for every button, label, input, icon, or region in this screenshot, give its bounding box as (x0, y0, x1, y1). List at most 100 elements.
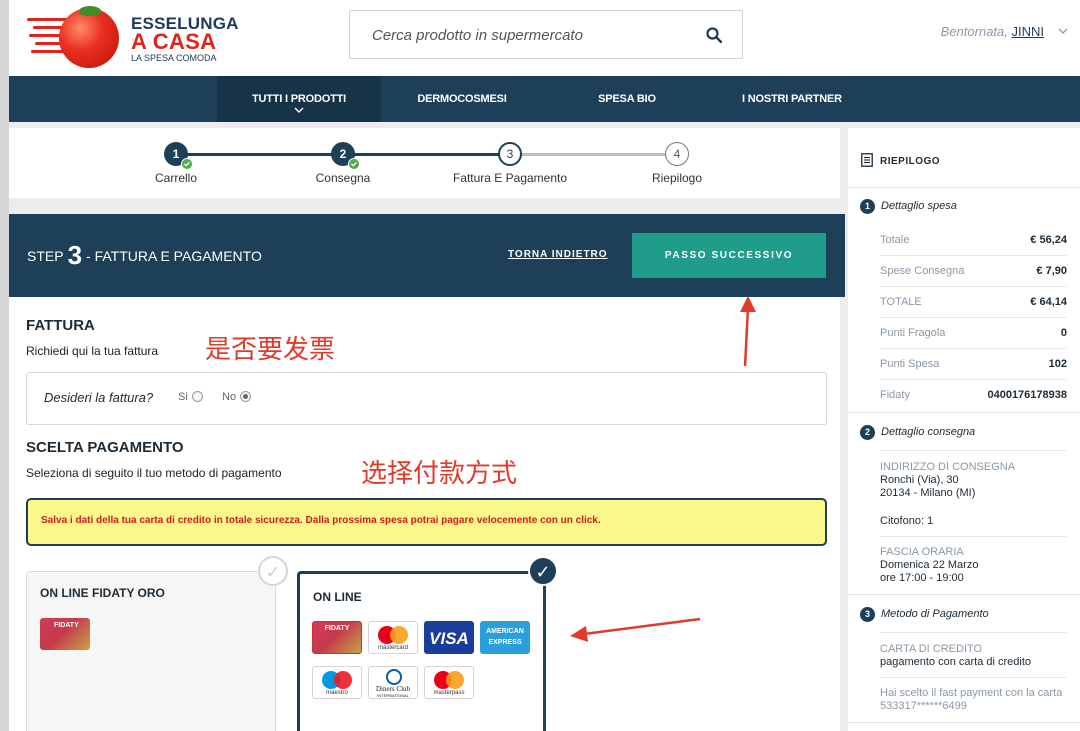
summary-row: Punti Spesa 102 (880, 349, 1067, 380)
checkout-content: FATTURA Richiedi qui la tua fattura 是否要发… (9, 297, 840, 731)
step-number: 1 (172, 147, 180, 161)
card-logo-text: mastercard (377, 645, 408, 651)
step-number: 2 (339, 147, 347, 161)
summary-section-consegna: 2 Dettaglio consegna (860, 425, 975, 440)
step-2-circle[interactable]: 2 (331, 142, 360, 170)
greeting-text: Bentornata, (940, 24, 1008, 39)
search-box (349, 10, 743, 59)
invoice-yes-radio[interactable] (192, 391, 203, 402)
nav-item-spesa-bio[interactable]: SPESA BIO (579, 76, 675, 122)
row-key: Punti Fragola (880, 327, 946, 339)
divider (880, 450, 1067, 451)
nav-item-tutti-i-prodotti[interactable]: TUTTI I PRODOTTI (217, 76, 381, 122)
method-label: CARTA DI CREDITO (880, 643, 983, 655)
step-number: 3 (67, 240, 83, 270)
search-input[interactable] (372, 23, 692, 47)
summary-row: Totale € 56,24 (880, 225, 1067, 256)
annotation-arrow-left (570, 617, 701, 642)
row-key: Spese Consegna (880, 265, 965, 277)
nav-item-label: I NOSTRI PARTNER (742, 93, 842, 105)
address-label: INDIRIZZO DI CONSEGNA (880, 461, 1016, 473)
card-logo-text: AMERICAN (486, 628, 524, 635)
invoice-title: FATTURA (26, 317, 95, 334)
row-key: Totale (880, 234, 910, 246)
divider (848, 412, 1080, 413)
check-icon: ✓ (535, 562, 551, 582)
check-icon: ✓ (265, 562, 281, 582)
visa-icon: VISA (424, 621, 474, 654)
step-4-circle: 4 (665, 142, 689, 166)
annotation-arrow-up (740, 296, 756, 367)
card-logo-text: VISA (429, 629, 469, 648)
slot-label: FASCIA ORARIA (880, 546, 964, 558)
nav-item-i-nostri-partner[interactable]: I NOSTRI PARTNER (729, 76, 855, 122)
site-header: ESSELUNGA A CASA LA SPESA COMODA Bentorn… (9, 0, 1080, 76)
section-number: 3 (860, 607, 875, 622)
nav-item-label: DERMOCOSMESI (417, 93, 507, 105)
summary-row: Punti Fragola 0 (880, 318, 1067, 349)
step-suffix: - FATTURA E PAGAMENTO (86, 248, 262, 264)
summary-row: TOTALE € 64,14 (880, 287, 1067, 318)
chevron-down-icon[interactable] (1058, 26, 1068, 36)
card-logo-text: Diners Club (375, 685, 411, 693)
tomato-leaf (79, 6, 101, 16)
step-4-label: Riepilogo (651, 171, 703, 185)
section-number: 2 (860, 425, 875, 440)
step-number: 4 (673, 147, 681, 161)
payment-option-fidaty-oro[interactable]: ON LINE FIDATY ORO FIDATY (26, 571, 276, 731)
diners-club-icon: Diners Club INTERNATIONAL (368, 666, 418, 699)
esselunga-logo[interactable]: ESSELUNGA A CASA LA SPESA COMODA (27, 4, 238, 68)
fast-payment-text: Hai scelto il fast payment con la carta (880, 687, 1063, 699)
card-logo-text: INTERNATIONAL (377, 693, 409, 698)
step-1-label: Carrello (154, 171, 197, 185)
user-menu[interactable]: Bentornata, JINNI (940, 24, 1068, 39)
section-title: Dettaglio spesa (881, 200, 957, 212)
row-value: € 56,24 (1030, 234, 1067, 246)
brand-tagline: LA SPESA COMODA (131, 53, 217, 63)
payment-option-online[interactable]: ON LINE FIDATY mastercard VISA AMERICAN … (297, 571, 546, 731)
card-logo-text: FIDATY (54, 622, 79, 629)
search-icon[interactable] (706, 27, 722, 43)
slot-time: ore 17:00 - 19:00 (880, 572, 964, 584)
step-3-label: Fattura E Pagamento (452, 171, 568, 185)
step-number: 3 (506, 147, 514, 161)
method-desc: pagamento con carta di credito (880, 656, 1032, 668)
step-1-circle[interactable]: 1 (164, 142, 193, 170)
brand-subname: A CASA (131, 29, 217, 54)
row-key: TOTALE (880, 296, 922, 308)
row-value: 0400176178938 (987, 389, 1067, 401)
username-link[interactable]: JINNI (1012, 24, 1045, 39)
payment-method: CARTA DI CREDITO pagamento con carta di … (880, 643, 1031, 669)
delivery-address: INDIRIZZO DI CONSEGNA Ronchi (Via), 30 2… (880, 461, 1015, 500)
annotation-payment: 选择付款方式 (361, 459, 518, 489)
left-gutter (0, 0, 9, 731)
chevron-down-icon (294, 107, 304, 113)
fidaty-oro-card-icon: FIDATY (40, 618, 90, 650)
delivery-slot: FASCIA ORARIA Domenica 22 Marzo ore 17:0… (880, 546, 978, 585)
card-logo-text: EXPRESS (488, 639, 522, 646)
payment-option-title: ON LINE FIDATY ORO (40, 586, 165, 600)
annotation-invoice: 是否要发票 (205, 335, 336, 365)
divider (848, 722, 1080, 723)
summary-section-spesa: 1 Dettaglio spesa (860, 199, 957, 214)
divider (880, 536, 1067, 537)
divider (880, 677, 1067, 678)
invoice-yes-label: Si (178, 391, 188, 403)
card-logo-text: FIDATY (324, 625, 350, 632)
row-value: 0 (1060, 327, 1067, 339)
address-line: 20134 - Milano (MI) (880, 487, 976, 499)
payment-option-title: ON LINE (313, 590, 362, 604)
main-nav: TUTTI I PRODOTTI DERMOCOSMESI SPESA BIO … (9, 76, 1080, 122)
address-line: Ronchi (Via), 30 (880, 474, 959, 486)
back-link[interactable]: TORNA INDIETRO (508, 249, 608, 260)
option-online-check: ✓ (528, 556, 558, 586)
invoice-no-radio[interactable] (240, 391, 251, 402)
nav-item-label: SPESA BIO (598, 93, 656, 105)
nav-item-dermocosmesi[interactable]: DERMOCOSMESI (399, 76, 525, 122)
check-icon (181, 158, 193, 170)
step-title: STEP 3- FATTURA E PAGAMENTO (27, 240, 262, 271)
next-step-button[interactable]: PASSO SUCCESSIVO (632, 233, 826, 278)
invoice-question-box: Desideri la fattura? Si No (26, 372, 827, 425)
invoice-subtitle: Richiedi qui la tua fattura (26, 344, 159, 358)
step-prefix: STEP (27, 248, 64, 264)
